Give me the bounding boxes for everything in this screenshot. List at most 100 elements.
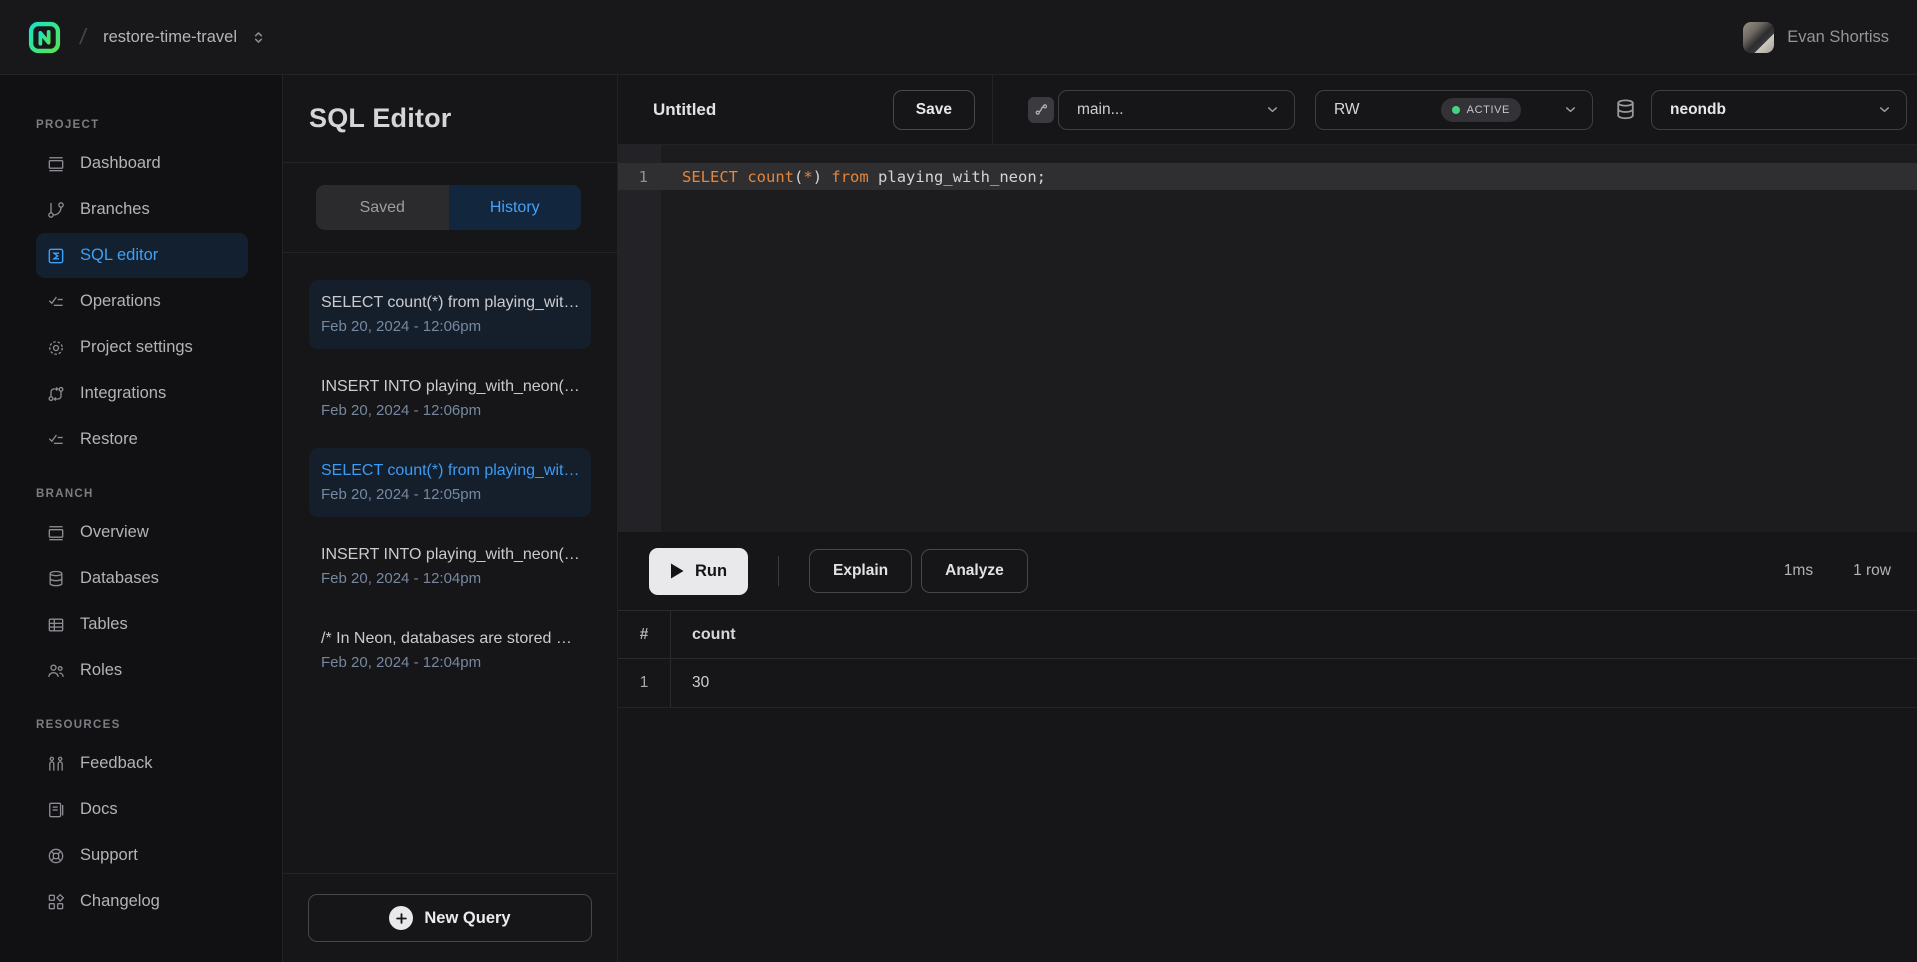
run-label: Run <box>695 562 727 581</box>
new-query-label: New Query <box>424 909 510 928</box>
sidebar-section-project: PROJECT Dashboard Branches SQL editor Op… <box>0 119 282 462</box>
sidebar-item-label: Branches <box>80 200 150 219</box>
history-query-text: SELECT count(*) from playing_wit… <box>321 291 579 315</box>
user-menu[interactable]: Evan Shortiss <box>1743 22 1889 53</box>
history-timestamp: Feb 20, 2024 - 12:06pm <box>321 315 579 338</box>
history-query-text: INSERT INTO playing_with_neon(… <box>321 543 579 567</box>
sidebar-item-label: SQL editor <box>80 246 158 265</box>
sidebar-item-overview[interactable]: Overview <box>36 510 248 555</box>
code-text: SELECT count(*) from playing_with_neon; <box>661 168 1046 186</box>
sidebar-item-label: Overview <box>80 523 149 542</box>
query-duration: 1ms <box>1784 562 1813 580</box>
restore-icon <box>46 430 66 450</box>
results-data-row: 1 30 <box>618 659 1917 708</box>
sidebar: PROJECT Dashboard Branches SQL editor Op… <box>0 75 282 962</box>
branch-select[interactable]: main... <box>1058 90 1295 130</box>
database-select-value: neondb <box>1670 101 1726 119</box>
page-title: SQL Editor <box>309 103 452 134</box>
actions-bar: Run Explain Analyze 1ms 1 row <box>618 532 1917 610</box>
new-query-button[interactable]: New Query <box>308 894 592 942</box>
chevron-down-icon <box>1265 102 1280 117</box>
support-icon <box>46 846 66 866</box>
project-switcher-icon[interactable] <box>250 29 267 46</box>
top-bar: / restore-time-travel Evan Shortiss <box>0 0 1917 75</box>
tab-saved[interactable]: Saved <box>316 185 449 230</box>
sidebar-item-label: Support <box>80 846 138 865</box>
history-query-text: /* In Neon, databases are stored … <box>321 627 579 651</box>
play-icon <box>670 563 684 579</box>
history-timestamp: Feb 20, 2024 - 12:04pm <box>321 567 579 590</box>
branch-select-value: main... <box>1077 101 1124 119</box>
save-button[interactable]: Save <box>893 90 975 130</box>
sidebar-item-changelog[interactable]: Changelog <box>36 879 248 924</box>
code-line-active: 1 SELECT count(*) from playing_with_neon… <box>618 163 1917 190</box>
sidebar-item-project-settings[interactable]: Project settings <box>36 325 248 370</box>
sidebar-item-label: Dashboard <box>80 154 161 173</box>
history-item-selected[interactable]: SELECT count(*) from playing_wit… Feb 20… <box>309 448 591 517</box>
history-item[interactable]: /* In Neon, databases are stored … Feb 2… <box>309 616 591 685</box>
results-table: # count 1 30 <box>618 610 1917 708</box>
sidebar-item-integrations[interactable]: Integrations <box>36 371 248 416</box>
sql-editor-icon <box>46 246 66 266</box>
sidebar-item-feedback[interactable]: Feedback <box>36 741 248 786</box>
sidebar-item-label: Databases <box>80 569 159 588</box>
queries-panel-header: SQL Editor <box>283 75 617 163</box>
tab-history[interactable]: History <box>449 185 582 230</box>
sidebar-item-label: Feedback <box>80 754 152 773</box>
history-item[interactable]: INSERT INTO playing_with_neon(… Feb 20, … <box>309 364 591 433</box>
status-dot-icon <box>1452 106 1460 114</box>
neon-logo[interactable] <box>28 21 61 54</box>
sidebar-item-databases[interactable]: Databases <box>36 556 248 601</box>
chevron-down-icon <box>1877 102 1892 117</box>
results-header-row: # count <box>618 610 1917 659</box>
compute-select[interactable]: RW ACTIVE <box>1315 90 1593 130</box>
history-item[interactable]: INSERT INTO playing_with_neon(… Feb 20, … <box>309 532 591 601</box>
avatar <box>1743 22 1774 53</box>
sidebar-item-branches[interactable]: Branches <box>36 187 248 232</box>
editor-gutter <box>618 145 661 532</box>
editor-panel: Untitled Save main... RW ACTIVE <box>618 75 1917 962</box>
plus-icon <box>389 906 413 930</box>
database-icon <box>1613 97 1638 122</box>
sidebar-item-restore[interactable]: Restore <box>36 417 248 462</box>
sidebar-item-sql-editor[interactable]: SQL editor <box>36 233 248 278</box>
database-select[interactable]: neondb <box>1651 90 1907 130</box>
operations-icon <box>46 292 66 312</box>
editor-toolbar: Untitled Save main... RW ACTIVE <box>618 75 1917 145</box>
results-cell-index: 1 <box>618 659 671 707</box>
overview-icon <box>46 523 66 543</box>
queries-panel: SQL Editor Saved History SELECT count(*)… <box>282 75 618 962</box>
run-button[interactable]: Run <box>649 548 748 595</box>
results-header-count: count <box>671 611 736 658</box>
queries-panel-footer: New Query <box>283 873 617 962</box>
results-header-index: # <box>618 611 671 658</box>
user-name: Evan Shortiss <box>1787 28 1889 47</box>
history-query-text: INSERT INTO playing_with_neon(… <box>321 375 579 399</box>
explain-button[interactable]: Explain <box>809 549 912 593</box>
sidebar-item-tables[interactable]: Tables <box>36 602 248 647</box>
history-list: SELECT count(*) from playing_wit… Feb 20… <box>283 253 617 873</box>
sidebar-section-label: RESOURCES <box>0 719 282 741</box>
sidebar-item-label: Changelog <box>80 892 160 911</box>
sidebar-section-resources: RESOURCES Feedback Docs Support Changelo… <box>0 719 282 924</box>
sql-code-editor[interactable]: 1 SELECT count(*) from playing_with_neon… <box>618 145 1917 532</box>
changelog-icon <box>46 892 66 912</box>
tables-icon <box>46 615 66 635</box>
sidebar-item-docs[interactable]: Docs <box>36 787 248 832</box>
docs-icon <box>46 800 66 820</box>
sidebar-item-support[interactable]: Support <box>36 833 248 878</box>
sidebar-item-dashboard[interactable]: Dashboard <box>36 141 248 186</box>
sidebar-item-operations[interactable]: Operations <box>36 279 248 324</box>
analyze-button[interactable]: Analyze <box>921 549 1028 593</box>
history-timestamp: Feb 20, 2024 - 12:06pm <box>321 399 579 422</box>
breadcrumb-separator: / <box>78 24 88 50</box>
sidebar-section-branch: BRANCH Overview Databases Tables Roles <box>0 488 282 693</box>
connection-controls: main... RW ACTIVE <box>993 75 1917 144</box>
history-item[interactable]: SELECT count(*) from playing_wit… Feb 20… <box>309 280 591 349</box>
divider <box>778 556 779 586</box>
sidebar-item-label: Tables <box>80 615 128 634</box>
sidebar-item-roles[interactable]: Roles <box>36 648 248 693</box>
line-number: 1 <box>618 168 661 186</box>
roles-icon <box>46 661 66 681</box>
query-tab-area: Untitled Save <box>618 75 993 144</box>
